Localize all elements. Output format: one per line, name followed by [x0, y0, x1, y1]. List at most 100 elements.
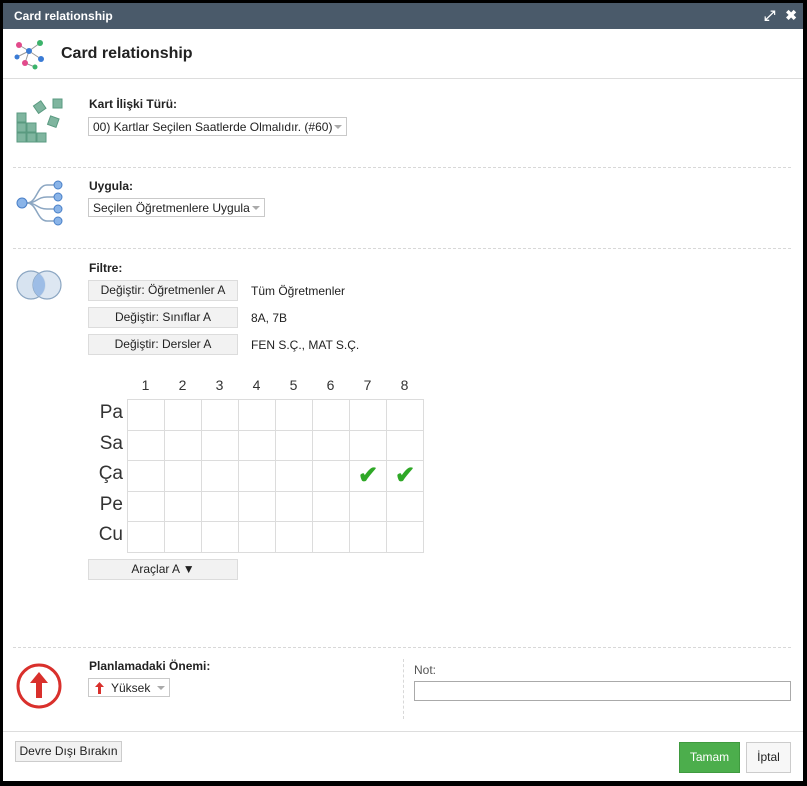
divider [13, 248, 791, 249]
relation-type-value: 00) Kartlar Seçilen Saatlerde Olmalıdır.… [93, 120, 333, 134]
apply-label: Uygula: [89, 179, 134, 193]
timetable-cell[interactable]: ✔ [386, 460, 424, 492]
timetable-row [127, 490, 424, 522]
timetable-cell[interactable] [349, 399, 387, 431]
disable-button[interactable]: Devre Dışı Bırakın [15, 741, 122, 762]
apply-value: Seçilen Öğretmenlere Uygula [93, 201, 250, 215]
timetable-cell[interactable] [164, 490, 202, 522]
classes-filter-value: 8A, 7B [251, 311, 288, 325]
timetable-cell[interactable] [386, 429, 424, 461]
priority-label: Planlamadaki Önemi: [89, 659, 211, 673]
timetable-cell[interactable] [386, 521, 424, 553]
expand-icon[interactable]: ⤢ [764, 7, 775, 23]
timetable-row [127, 429, 424, 461]
branch-icon [16, 180, 63, 226]
timetable-cell[interactable] [127, 490, 165, 522]
timetable-row-header[interactable]: Sa [83, 433, 123, 455]
timetable-cell[interactable] [386, 399, 424, 431]
timetable-column-header[interactable]: 8 [386, 377, 423, 393]
timetable-column-header[interactable]: 3 [201, 377, 238, 393]
chevron-down-icon [157, 686, 165, 690]
timetable-column-header[interactable]: 6 [312, 377, 349, 393]
relation-type-label: Kart İlişki Türü: [89, 97, 178, 111]
subjects-filter-value: FEN S.Ç., MAT S.Ç. [251, 338, 360, 352]
change-classes-button[interactable]: Değiştir: Sınıflar A [88, 307, 238, 328]
timetable-cell[interactable] [201, 521, 239, 553]
timetable-row-header[interactable]: Pe [83, 494, 123, 516]
timetable-cell[interactable] [164, 429, 202, 461]
timetable-row: ✔ ✔ [127, 460, 424, 492]
timetable-cell[interactable] [349, 429, 387, 461]
venn-filter-icon [16, 270, 62, 300]
teachers-filter-value: Tüm Öğretmenler [251, 284, 346, 298]
timetable-cell[interactable] [312, 429, 350, 461]
timetable-cell[interactable] [201, 429, 239, 461]
ok-button[interactable]: Tamam [679, 742, 740, 773]
timetable-column-header[interactable]: 7 [349, 377, 386, 393]
timetable-cell[interactable] [201, 399, 239, 431]
change-teachers-button[interactable]: Değiştir: Öğretmenler A [88, 280, 238, 301]
timetable-column-header[interactable]: 4 [238, 377, 275, 393]
arrow-up-icon [95, 682, 104, 694]
timetable-row [127, 399, 424, 431]
note-label: Not: [414, 663, 437, 677]
timetable-row-header[interactable]: Ça [83, 463, 123, 485]
timetable-cell[interactable] [238, 490, 276, 522]
timetable-cell[interactable] [127, 521, 165, 553]
close-icon[interactable]: ✖ [785, 7, 797, 23]
timetable-cell[interactable] [312, 399, 350, 431]
timetable-cell[interactable] [275, 460, 313, 492]
checkmark-icon: ✔ [357, 461, 379, 489]
priority-select[interactable]: Yüksek [88, 678, 170, 697]
timetable-cell[interactable] [238, 399, 276, 431]
timetable-cell[interactable] [164, 460, 202, 492]
timetable-cell[interactable] [127, 460, 165, 492]
tools-button[interactable]: Araçlar A ▼ [88, 559, 238, 580]
timetable-cell[interactable] [238, 521, 276, 553]
divider [13, 647, 791, 648]
page-title: Card relationship [61, 44, 193, 62]
timetable-cell[interactable] [127, 429, 165, 461]
timetable-row-header[interactable]: Cu [83, 524, 123, 546]
timetable-cell[interactable] [275, 399, 313, 431]
timetable-cell[interactable] [201, 490, 239, 522]
timetable-grid: ✔ ✔ [127, 399, 424, 553]
timetable-cell[interactable] [201, 460, 239, 492]
apply-select[interactable]: Seçilen Öğretmenlere Uygula [88, 198, 265, 217]
timetable-cell[interactable] [164, 399, 202, 431]
timetable-cell[interactable] [238, 460, 276, 492]
timetable-cell[interactable] [312, 460, 350, 492]
timetable-cell[interactable] [386, 490, 424, 522]
timetable-column-header[interactable]: 5 [275, 377, 312, 393]
timetable-cell[interactable] [238, 429, 276, 461]
timetable-row [127, 521, 424, 553]
timetable-cell[interactable] [312, 490, 350, 522]
timetable-cell[interactable] [275, 429, 313, 461]
timetable-cell[interactable] [127, 399, 165, 431]
timetable-column-header[interactable]: 1 [127, 377, 164, 393]
timetable-cell[interactable] [312, 521, 350, 553]
timetable-cell[interactable] [349, 490, 387, 522]
checkmark-icon: ✔ [394, 461, 416, 489]
change-subjects-button[interactable]: Değiştir: Dersler A [88, 334, 238, 355]
timetable-cell[interactable]: ✔ [349, 460, 387, 492]
relation-type-select[interactable]: 00) Kartlar Seçilen Saatlerde Olmalıdır.… [88, 117, 347, 136]
window-title: Card relationship [14, 9, 113, 23]
note-input[interactable] [414, 681, 791, 701]
timetable-column-header[interactable]: 2 [164, 377, 201, 393]
chevron-down-icon [334, 125, 342, 129]
timetable-cell[interactable] [275, 521, 313, 553]
priority-value: Yüksek [111, 681, 151, 695]
filter-label: Filtre: [89, 261, 123, 275]
timetable-cell[interactable] [275, 490, 313, 522]
window-titlebar[interactable]: Card relationship ⤢ ✖ [3, 3, 803, 29]
timetable-cell[interactable] [349, 521, 387, 553]
vertical-divider [403, 659, 404, 719]
timetable-cell[interactable] [164, 521, 202, 553]
chevron-down-icon [252, 206, 260, 210]
timetable-row-header[interactable]: Pa [83, 402, 123, 424]
card-relationship-dialog: Card relationship ⤢ ✖ Card relationship [3, 3, 803, 781]
priority-high-icon [16, 663, 62, 709]
cancel-button[interactable]: İptal [746, 742, 791, 773]
dialog-header: Card relationship [3, 29, 803, 79]
